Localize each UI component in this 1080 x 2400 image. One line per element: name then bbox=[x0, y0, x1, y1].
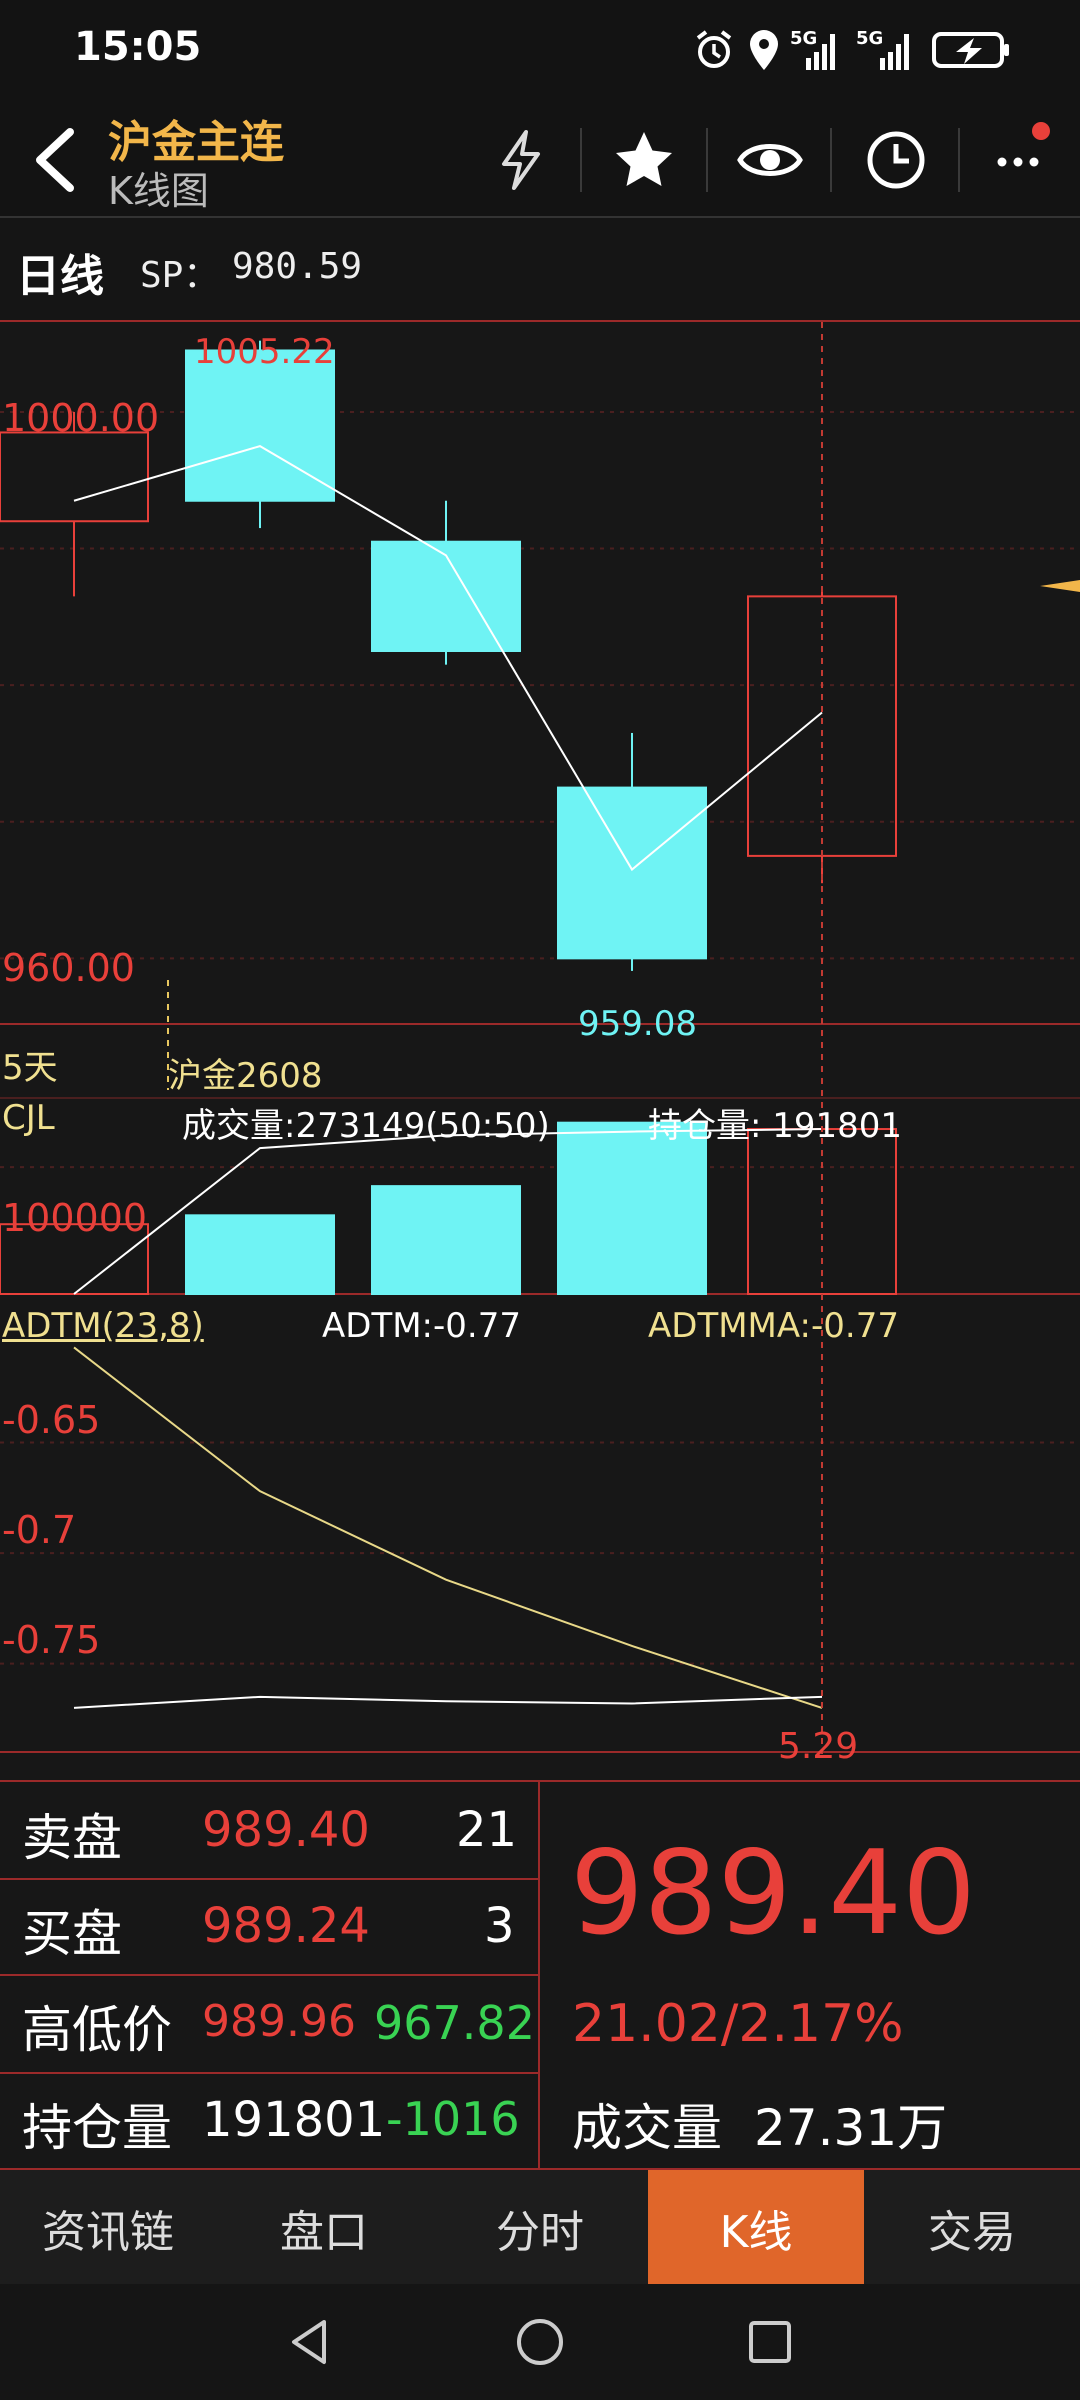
star-icon bbox=[616, 132, 672, 186]
bottom-axis-label: 5.29 bbox=[778, 1726, 859, 1767]
header-divider bbox=[830, 128, 832, 192]
adtm-tick-2: -0.7 bbox=[2, 1508, 77, 1552]
kline-chart-svg[interactable] bbox=[0, 322, 1080, 1780]
eye-icon bbox=[737, 144, 803, 176]
adtm-tick-3: -0.75 bbox=[2, 1618, 101, 1662]
tab-trade[interactable]: 交易 bbox=[864, 2170, 1080, 2286]
candle bbox=[371, 540, 521, 652]
volume-bar bbox=[185, 1214, 335, 1296]
price-axis-high: 1000.00 bbox=[2, 396, 160, 440]
buy-label: 买盘 bbox=[22, 1905, 122, 1963]
notification-dot bbox=[1032, 122, 1050, 140]
candle bbox=[185, 349, 335, 502]
ma5-line bbox=[73, 445, 823, 872]
header-divider bbox=[958, 128, 960, 192]
high-price: 989.96 bbox=[202, 1996, 356, 2047]
min-price-label: 959.08 bbox=[578, 1004, 697, 1044]
buy-price: 989.24 bbox=[202, 1898, 370, 1954]
open-interest-value: 191801 bbox=[202, 2092, 386, 2148]
quote-divider bbox=[538, 1782, 540, 2170]
quote-panel: 卖盘 989.40 21 买盘 989.24 3 高低价 989.96 967.… bbox=[0, 1780, 1080, 2170]
volume-value: 27.31万 bbox=[754, 2099, 948, 2157]
sell-price: 989.40 bbox=[202, 1802, 370, 1858]
adtm-lines bbox=[73, 1346, 823, 1709]
price-axis-low: 960.00 bbox=[2, 946, 135, 990]
adtmma-line bbox=[73, 1695, 823, 1709]
clock-icon bbox=[867, 131, 925, 189]
kline-chart[interactable]: 1000.00 960.00 1005.22 959.08 5天 沪金2608 … bbox=[0, 322, 1080, 1780]
signal-5g-2-icon bbox=[880, 34, 909, 70]
low-price: 967.82 bbox=[374, 1996, 535, 2050]
row-divider bbox=[0, 1974, 538, 1976]
period-bar: 日线 SP： 980.59 bbox=[0, 216, 1080, 322]
buy-qty: 3 bbox=[484, 1898, 515, 1954]
app-header: 沪金主连 K线图 bbox=[0, 100, 1080, 216]
recents-square-icon[interactable] bbox=[744, 2316, 796, 2368]
favorite-button[interactable] bbox=[604, 120, 684, 200]
open-interest-text: 持仓量: 191801 bbox=[648, 1106, 903, 1146]
bottom-tabs: 资讯链 盘口 分时 K线 交易 bbox=[0, 2168, 1080, 2286]
row-divider bbox=[0, 1878, 538, 1880]
watch-button[interactable] bbox=[730, 120, 810, 200]
ma-line bbox=[73, 445, 823, 872]
lightning-button[interactable] bbox=[480, 120, 560, 200]
sp-label: SP： bbox=[140, 255, 220, 296]
signal-5g-1-icon bbox=[806, 34, 835, 70]
adtmma-value: ADTMMA:-0.77 bbox=[648, 1306, 899, 1346]
chart-grid bbox=[0, 410, 1080, 1753]
row-divider bbox=[0, 2072, 538, 2074]
status-time: 15:05 bbox=[74, 24, 202, 70]
location-icon bbox=[750, 30, 778, 70]
candle bbox=[0, 431, 149, 523]
max-price-label: 1005.22 bbox=[194, 332, 335, 372]
status-bar: 15:05 5G 5G bbox=[0, 0, 1080, 100]
contract-label: 沪金2608 bbox=[168, 1056, 323, 1096]
adtm-value: ADTM:-0.77 bbox=[322, 1306, 521, 1346]
sell-label: 卖盘 bbox=[22, 1809, 122, 1867]
last-price: 989.40 bbox=[570, 1826, 976, 1961]
adtm-line bbox=[73, 1346, 823, 1709]
price-change: 21.02/2.17% bbox=[572, 1994, 904, 2054]
header-divider bbox=[706, 128, 708, 192]
volume-indicator-label[interactable]: CJL bbox=[2, 1098, 55, 1138]
header-divider bbox=[580, 128, 582, 192]
sell-qty: 21 bbox=[456, 1802, 518, 1858]
tab-info-chain[interactable]: 资讯链 bbox=[0, 2170, 216, 2286]
open-interest-change: -1016 bbox=[386, 2092, 520, 2146]
alarm-icon bbox=[696, 30, 732, 68]
tab-intraday[interactable]: 分时 bbox=[432, 2170, 648, 2286]
tab-order-book[interactable]: 盘口 bbox=[216, 2170, 432, 2286]
history-button[interactable] bbox=[856, 120, 936, 200]
volume-axis-label: 100000 bbox=[2, 1196, 148, 1240]
period-selector[interactable]: 日线 bbox=[16, 240, 104, 304]
volume-bar bbox=[371, 1185, 521, 1296]
adtm-tick-1: -0.65 bbox=[2, 1398, 101, 1442]
volume-text: 成交量:273149(50:50) bbox=[182, 1106, 550, 1146]
ma-period-label: 5天 bbox=[2, 1048, 58, 1088]
adtm-indicator-label[interactable]: ADTM(23,8) bbox=[2, 1306, 204, 1346]
page-subtitle: K线图 bbox=[108, 169, 209, 213]
tab-kline[interactable]: K线 bbox=[648, 2170, 864, 2286]
back-triangle-icon[interactable] bbox=[284, 2316, 336, 2368]
battery-charging-icon bbox=[932, 32, 1009, 68]
lightning-icon bbox=[502, 130, 540, 190]
system-nav-bar bbox=[0, 2284, 1080, 2400]
home-circle-icon[interactable] bbox=[514, 2316, 566, 2368]
price-pointer-icon bbox=[1040, 580, 1080, 592]
open-interest-label: 持仓量 bbox=[22, 2099, 172, 2157]
back-arrow-icon[interactable] bbox=[22, 120, 82, 200]
candle bbox=[557, 786, 707, 960]
sp-value: 980.59 bbox=[232, 246, 363, 287]
volume-bar bbox=[557, 1121, 707, 1295]
high-low-label: 高低价 bbox=[22, 2001, 172, 2059]
volume-label: 成交量 bbox=[572, 2099, 722, 2157]
